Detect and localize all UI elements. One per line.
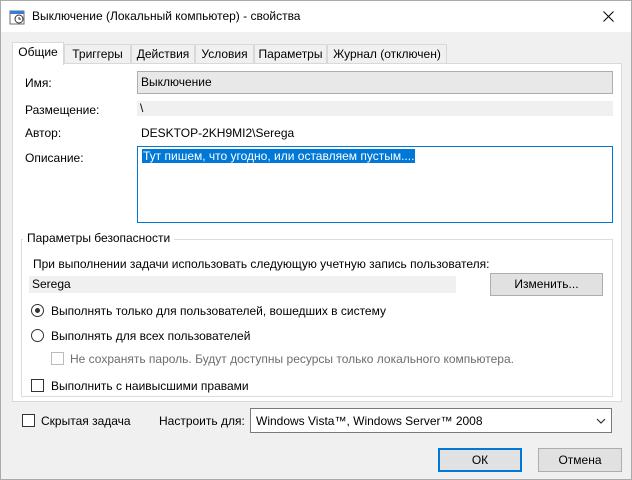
ok-button[interactable]: ОК xyxy=(438,448,522,472)
tab-general[interactable]: Общие xyxy=(12,42,64,65)
tab-actions[interactable]: Действия xyxy=(131,44,195,64)
task-scheduler-icon xyxy=(9,10,25,25)
close-button[interactable] xyxy=(585,1,631,32)
tab-settings[interactable]: Параметры xyxy=(254,44,327,64)
author-value: DESKTOP-2KH9MI2\Serega xyxy=(141,126,295,140)
highest-privileges-label[interactable]: Выполнить с наивысшими правами xyxy=(51,379,249,393)
hidden-task-label[interactable]: Скрытая задача xyxy=(41,414,131,428)
radio-all-users-label[interactable]: Выполнять для всех пользователей xyxy=(51,329,250,343)
change-user-button[interactable]: Изменить... xyxy=(490,273,603,296)
hidden-task-checkbox[interactable] xyxy=(22,414,35,427)
configure-for-label: Настроить для: xyxy=(159,414,245,428)
account-field[interactable]: Serega xyxy=(29,276,456,293)
cancel-button[interactable]: Отмена xyxy=(538,448,622,472)
tab-triggers[interactable]: Триггеры xyxy=(64,44,131,64)
location-field[interactable]: \ xyxy=(137,101,613,116)
location-label: Размещение: xyxy=(25,103,100,117)
properties-window: Выключение (Локальный компьютер) - свойс… xyxy=(0,0,632,480)
security-legend: Параметры безопасности xyxy=(23,231,175,245)
description-text: Тут пишем, что угодно, или оставляем пус… xyxy=(142,149,416,163)
close-icon xyxy=(602,11,614,22)
highest-privileges-checkbox[interactable] xyxy=(31,379,44,392)
chevron-down-icon xyxy=(596,418,606,424)
author-label: Автор: xyxy=(25,126,62,140)
tab-history[interactable]: Журнал (отключен) xyxy=(327,44,447,64)
description-textarea[interactable]: Тут пишем, что угодно, или оставляем пус… xyxy=(137,146,613,223)
radio-logged-on-label[interactable]: Выполнять только для пользователей, воше… xyxy=(51,304,386,318)
radio-selected-dot xyxy=(35,308,40,313)
configure-for-value: Windows Vista™, Windows Server™ 2008 xyxy=(256,414,483,428)
name-field[interactable]: Выключение xyxy=(137,71,613,94)
window-title: Выключение (Локальный компьютер) - свойс… xyxy=(32,9,301,23)
general-tab-panel: Имя: Выключение Размещение: \ Автор: DES… xyxy=(12,63,622,402)
radio-all-users[interactable] xyxy=(31,329,44,342)
description-label: Описание: xyxy=(25,151,84,165)
radio-logged-on-only[interactable] xyxy=(31,304,44,317)
configure-for-dropdown[interactable]: Windows Vista™, Windows Server™ 2008 xyxy=(250,408,612,433)
title-bar: Выключение (Локальный компьютер) - свойс… xyxy=(1,1,631,32)
no-store-password-label: Не сохранять пароль. Будут доступны ресу… xyxy=(70,352,514,366)
no-store-password-checkbox[interactable] xyxy=(51,352,64,365)
account-prompt: При выполнении задачи использовать следу… xyxy=(33,257,490,271)
name-label: Имя: xyxy=(25,76,52,90)
tab-conditions[interactable]: Условия xyxy=(195,44,254,64)
